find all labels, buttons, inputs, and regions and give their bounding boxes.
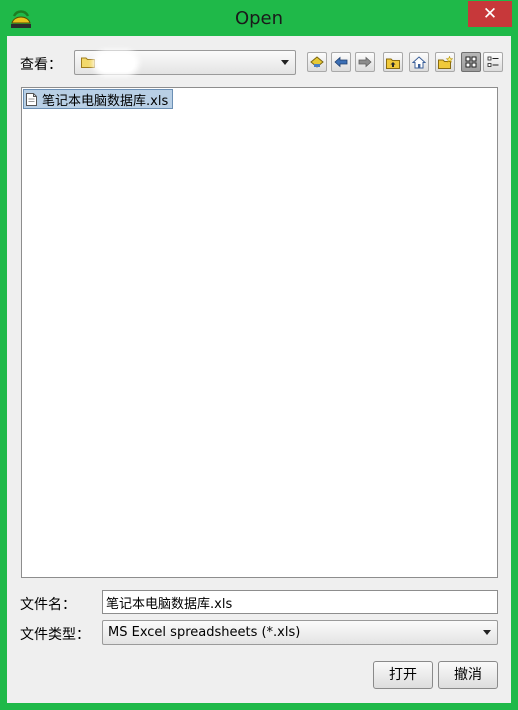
file-type-label: 文件类型： [20, 627, 90, 643]
home-icon [412, 55, 426, 68]
close-icon: ✕ [482, 4, 498, 24]
details-view-icon [487, 56, 499, 67]
title-bar[interactable]: Open ✕ [0, 0, 518, 36]
back-button[interactable] [331, 52, 351, 72]
open-dialog: Open ✕ 查看： 笔记本电脑数据库.xls 文件名： 笔记本电脑数据库.xl… [0, 0, 518, 710]
desktop-icon [310, 56, 324, 68]
dialog-client: 查看： 笔记本电脑数据库.xls 文件名： 笔记本电脑数据库.xls 文件类型：… [7, 36, 511, 703]
forward-button[interactable] [355, 52, 375, 72]
up-folder-icon [386, 58, 400, 69]
window-title: Open [234, 8, 284, 29]
up-folder-button[interactable] [383, 52, 403, 72]
file-list[interactable]: 笔记本电脑数据库.xls [21, 87, 498, 578]
file-icon [26, 92, 37, 106]
file-type-select[interactable]: MS Excel spreadsheets (*.xls) [102, 620, 498, 645]
look-in-combo[interactable] [74, 50, 296, 75]
look-in-label: 查看： [20, 57, 62, 73]
file-type-value: MS Excel spreadsheets (*.xls) [108, 625, 301, 640]
chevron-down-icon [281, 60, 289, 65]
folder-icon [81, 57, 95, 68]
file-name-label: 文件名： [20, 597, 76, 613]
list-item[interactable]: 笔记本电脑数据库.xls [23, 89, 174, 109]
desktop-button[interactable] [307, 52, 327, 72]
new-folder-button[interactable] [435, 52, 455, 72]
list-view-button[interactable] [461, 52, 481, 72]
list-view-icon [465, 56, 477, 68]
file-name: 笔记本电脑数据库.xls [42, 93, 169, 109]
home-button[interactable] [409, 52, 429, 72]
forward-icon [358, 56, 372, 68]
folder-name [97, 54, 135, 72]
file-name-input[interactable] [102, 590, 498, 614]
new-folder-icon [437, 55, 453, 69]
chevron-down-icon [483, 630, 491, 635]
back-icon [334, 56, 348, 68]
cancel-button[interactable]: 撤消 [438, 661, 498, 689]
open-button[interactable]: 打开 [373, 661, 433, 689]
details-view-button[interactable] [483, 52, 503, 72]
close-button[interactable]: ✕ [468, 1, 512, 27]
